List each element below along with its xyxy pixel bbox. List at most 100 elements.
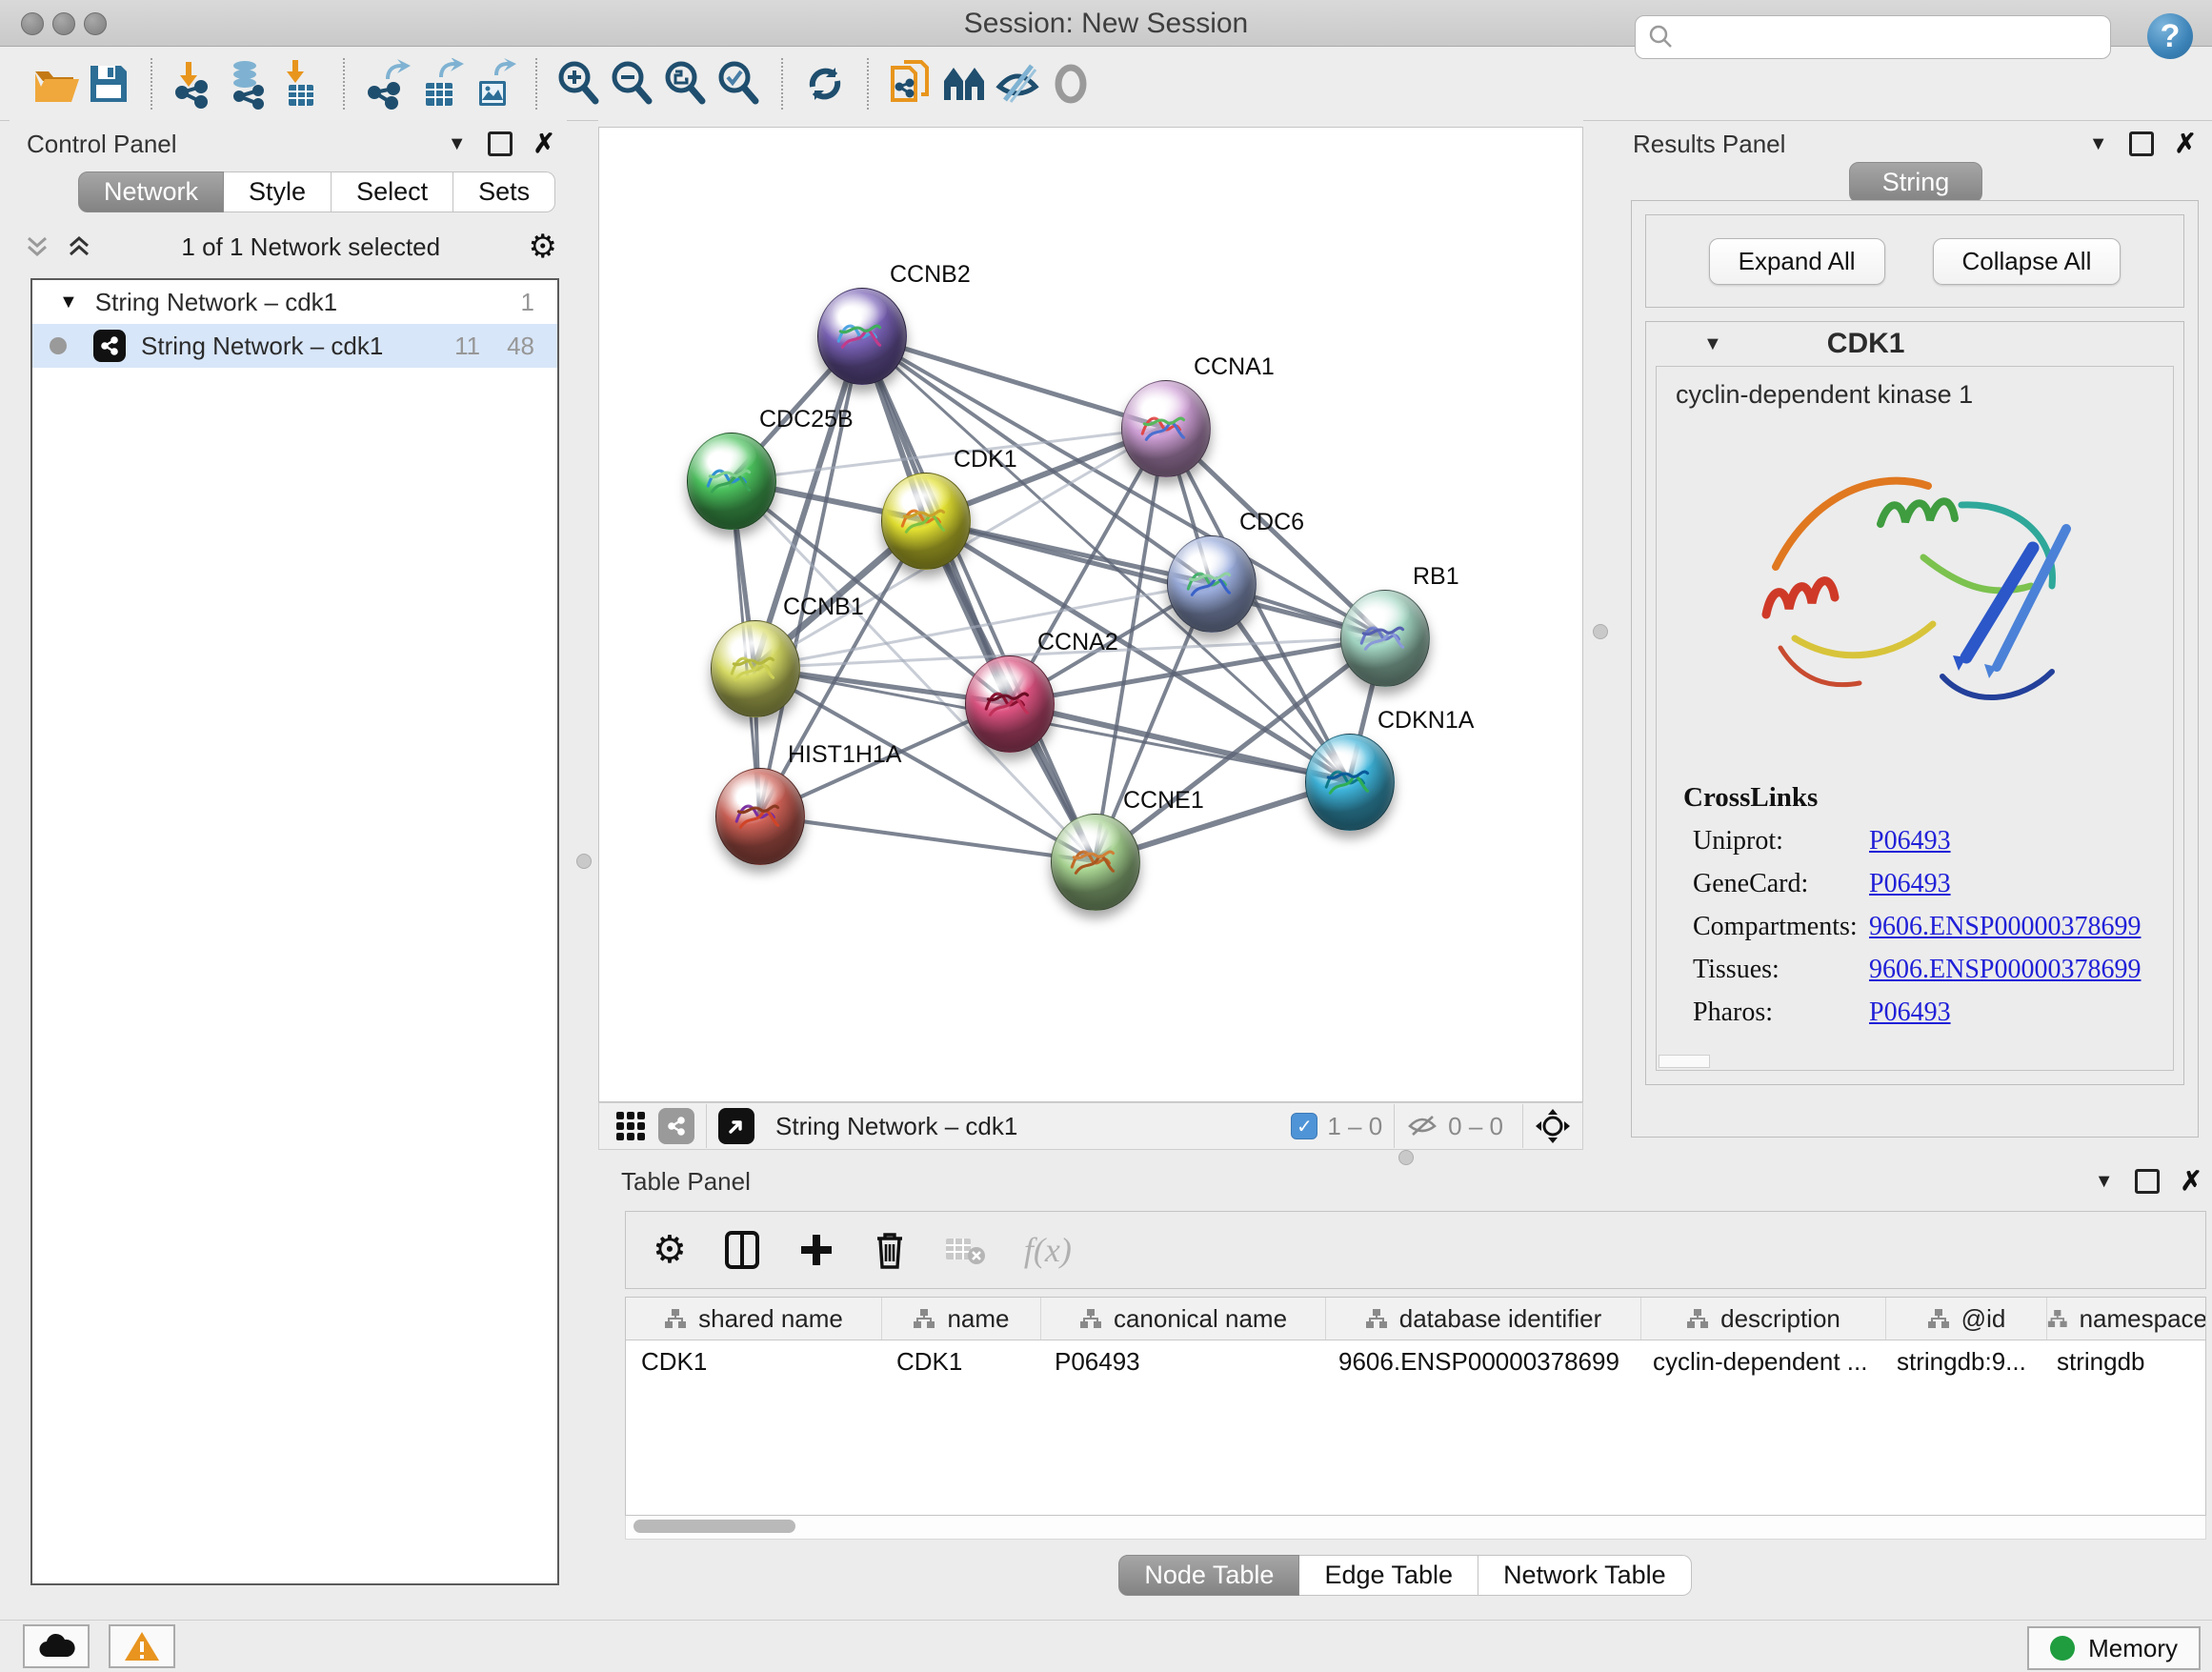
crosslink-link[interactable]: P06493 [1869,826,1951,856]
save-session-icon[interactable] [82,57,135,111]
table-cell[interactable]: cyclin-dependent ... [1638,1347,1881,1377]
table-panel-close-icon[interactable]: ✗ [2181,1172,2202,1191]
tab-sets[interactable]: Sets [453,171,555,212]
left-splitter-handle[interactable] [576,854,592,869]
node-CDC6[interactable] [1167,535,1257,633]
collapse-all-button[interactable]: Collapse All [1933,238,2122,285]
table-panel-menu-icon[interactable]: ▼ [2095,1171,2114,1193]
show-all-icon[interactable] [1044,57,1097,111]
tab-select[interactable]: Select [332,171,453,212]
tab-string[interactable]: String [1849,162,1983,203]
table-row[interactable]: CDK1CDK1P064939606.ENSP00000378699cyclin… [626,1340,2205,1382]
first-neighbors-icon[interactable] [937,57,991,111]
node-RB1[interactable] [1340,590,1430,687]
export-network-icon[interactable] [360,57,413,111]
show-columns-icon[interactable] [723,1229,761,1271]
expand-all-button[interactable]: Expand All [1709,238,1885,285]
node-CCNE1[interactable] [1051,814,1140,911]
import-network-database-icon[interactable] [221,57,274,111]
crosslink-link[interactable]: 9606.ENSP00000378699 [1869,955,2141,985]
table-options-gear-icon[interactable]: ⚙ [653,1228,687,1272]
table-panel-float-icon[interactable] [2135,1169,2160,1194]
node-CCNB1[interactable] [711,620,800,717]
node-CDK1[interactable] [881,473,971,570]
edge-CCNB2-CCNE1[interactable] [861,335,1095,861]
clone-network-icon[interactable] [884,57,937,111]
collapse-all-networks-icon[interactable] [23,232,51,261]
column-header-description[interactable]: description [1641,1298,1886,1340]
selected-nodes-checkbox-icon[interactable]: ✓ [1291,1113,1317,1139]
table-cell[interactable]: CDK1 [626,1347,881,1377]
table-cell[interactable]: CDK1 [881,1347,1039,1377]
edge-CDK1-RB1[interactable] [925,520,1384,637]
node-HIST1H1A[interactable] [715,768,805,865]
tree-expand-caret-icon[interactable]: ▼ [59,292,78,313]
zoom-fit-icon[interactable] [659,57,713,111]
search-input[interactable] [1683,18,2110,56]
function-builder-icon[interactable]: f(x) [1024,1230,1072,1270]
detach-view-icon[interactable] [718,1108,754,1144]
grid-view-icon[interactable] [616,1112,645,1140]
export-image-icon[interactable] [467,57,520,111]
create-column-plus-icon[interactable] [797,1231,835,1269]
edge-CCNB2-CCNA1[interactable] [861,335,1165,428]
tab-network[interactable]: Network [78,171,224,212]
column-header-shared-name[interactable]: shared name [626,1298,882,1340]
control-panel-float-icon[interactable] [488,131,513,156]
table-horizontal-scrollbar[interactable] [625,1516,2206,1540]
node-CCNA1[interactable] [1121,380,1211,477]
delete-column-trash-icon[interactable] [872,1229,908,1271]
node-CCNB2[interactable] [817,288,907,385]
zoom-in-icon[interactable] [553,57,606,111]
table-cell[interactable]: 9606.ENSP00000378699 [1323,1347,1638,1377]
node-CDC25B[interactable] [687,433,776,530]
horizontal-splitter-handle[interactable] [1398,1150,1414,1165]
tab-edge-table[interactable]: Edge Table [1299,1555,1478,1596]
zoom-selected-icon[interactable] [713,57,766,111]
edge-CCNA2-CDKN1A[interactable] [1009,703,1349,781]
edge-HIST1H1A-CCNE1[interactable] [759,816,1095,861]
birdseye-crosshair-icon[interactable] [1535,1108,1571,1144]
horizontal-splitter[interactable] [598,1148,2212,1167]
table-cell[interactable]: P06493 [1039,1347,1323,1377]
scrollbar-thumb[interactable] [633,1520,795,1533]
results-panel-close-icon[interactable]: ✗ [2175,134,2197,153]
node-CCNA2[interactable] [965,655,1055,753]
crosslink-link[interactable]: 9606.ENSP00000378699 [1869,912,2141,942]
network-share-view-icon[interactable] [658,1108,694,1144]
network-options-gear-icon[interactable]: ⚙ [529,228,557,266]
gene-section-header[interactable]: ▼ CDK1 [1646,322,2183,366]
tab-node-table[interactable]: Node Table [1118,1555,1299,1596]
control-panel-close-icon[interactable]: ✗ [533,134,555,153]
delete-table-icon[interactable] [944,1233,988,1267]
gene-collapse-caret-icon[interactable]: ▼ [1703,333,1722,355]
results-panel-float-icon[interactable] [2129,131,2154,156]
node-CDKN1A[interactable] [1305,734,1395,831]
crosslink-link[interactable]: P06493 [1869,997,1951,1028]
tab-style[interactable]: Style [224,171,332,212]
import-table-file-icon[interactable] [274,57,328,111]
network-row-selected[interactable]: String Network – cdk1 11 48 [32,324,557,368]
network-canvas[interactable]: CCNB2CCNA1CDC25BCDK1CDC6RB1CCNB1CCNA2CDK… [598,127,1583,1102]
expand-all-networks-icon[interactable] [65,232,93,261]
search-box[interactable] [1635,15,2111,59]
import-network-file-icon[interactable] [168,57,221,111]
crosslink-link[interactable]: P06493 [1869,869,1951,899]
column-header-@id[interactable]: @id [1886,1298,2047,1340]
table-cell[interactable]: stringdb:9... [1881,1347,2041,1377]
network-collection-row[interactable]: ▼ String Network – cdk1 1 [32,280,557,324]
column-header-namespace[interactable]: namespace [2047,1298,2206,1340]
warning-status-button[interactable] [109,1624,175,1668]
results-panel-menu-icon[interactable]: ▼ [2089,133,2108,155]
control-panel-menu-icon[interactable]: ▼ [448,133,467,155]
refresh-view-icon[interactable] [798,57,852,111]
column-header-database-identifier[interactable]: database identifier [1326,1298,1641,1340]
cloud-status-button[interactable] [23,1624,90,1668]
export-table-icon[interactable] [413,57,467,111]
column-header-canonical-name[interactable]: canonical name [1041,1298,1326,1340]
table-cell[interactable]: stringdb [2041,1347,2202,1377]
hidden-eye-icon[interactable] [1406,1114,1438,1138]
open-session-icon[interactable] [29,57,82,111]
hide-selected-icon[interactable] [991,57,1044,111]
column-header-name[interactable]: name [882,1298,1041,1340]
